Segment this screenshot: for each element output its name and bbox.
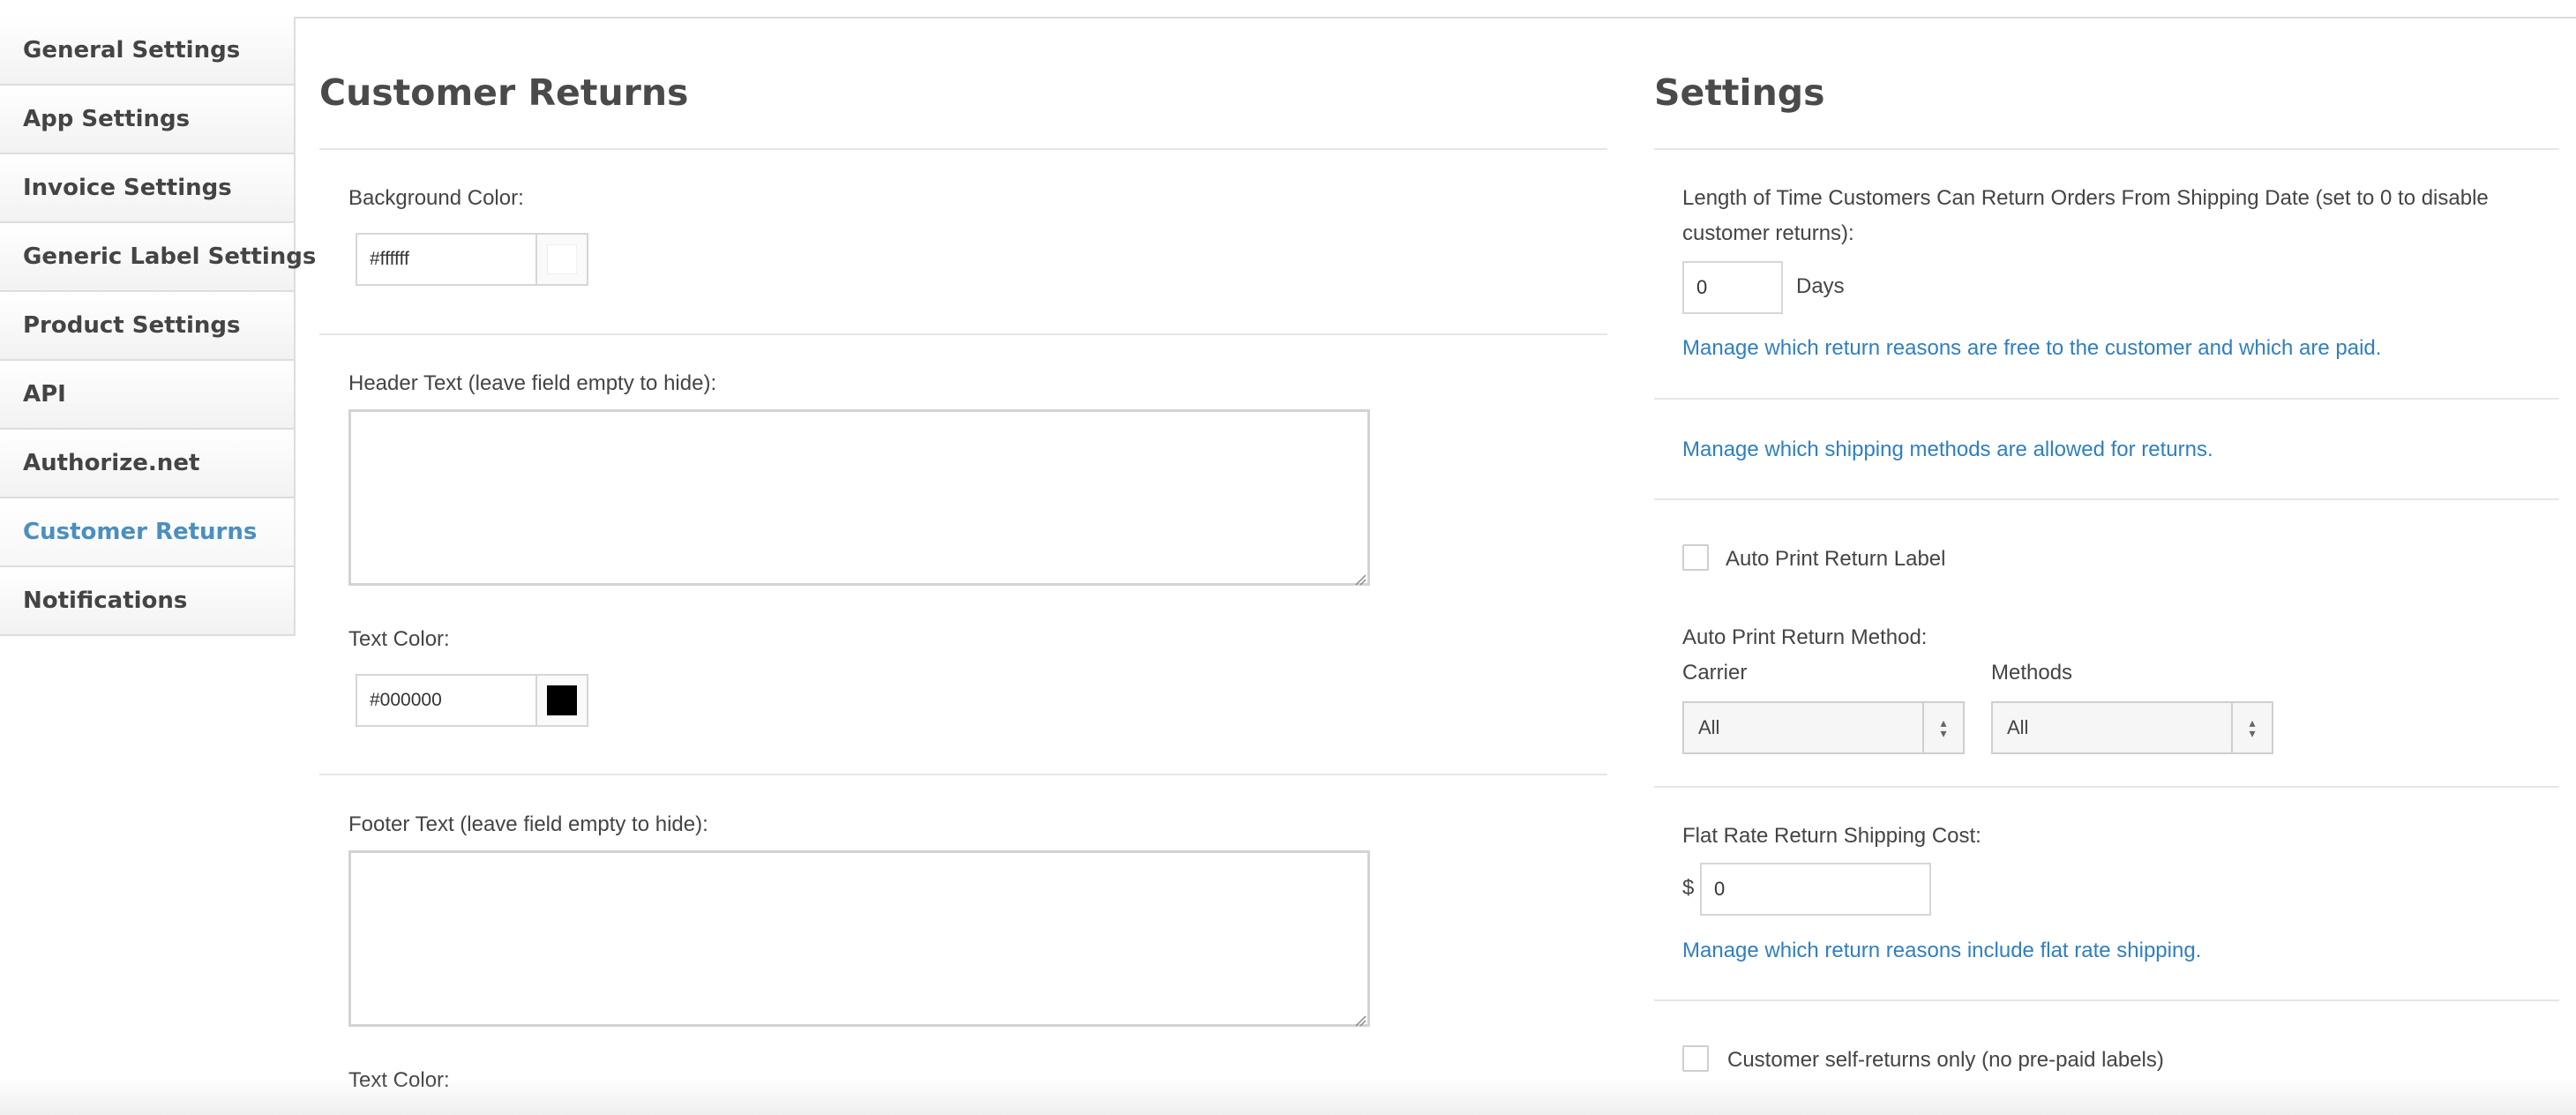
auto-print-return-label-checkbox[interactable] — [1682, 544, 1709, 571]
top-bar — [0, 0, 2576, 19]
flat-rate-label: Flat Rate Return Shipping Cost: — [1682, 824, 1981, 848]
divider — [1654, 786, 2559, 788]
footer-text-label: Footer Text (leave field empty to hide): — [348, 812, 708, 836]
manage-shipping-methods-link[interactable]: Manage which shipping methods are allowe… — [1682, 438, 2213, 462]
sidebar-item-invoice-settings[interactable]: Invoice Settings — [0, 154, 294, 223]
divider — [1654, 999, 2559, 1001]
divider — [319, 333, 1607, 335]
header-text-color-swatch-button[interactable] — [537, 676, 587, 725]
sidebar-item-api[interactable]: API — [0, 361, 294, 430]
divider — [1654, 148, 2559, 150]
methods-label: Methods — [1991, 661, 2073, 685]
sidebar-item-generic-label-settings[interactable]: Generic Label Settings — [0, 223, 316, 292]
sidebar-item-general-settings[interactable]: General Settings — [0, 17, 294, 86]
footer-text-color-label: Text Color: — [348, 1068, 450, 1092]
methods-select-value: All — [2007, 716, 2029, 738]
methods-select[interactable]: All ▴ ▾ — [1991, 701, 2273, 754]
header-text-color-label: Text Color: — [348, 627, 450, 651]
header-text-color-picker[interactable]: #000000 — [356, 674, 588, 727]
background-color-picker[interactable]: #ffffff — [356, 233, 588, 286]
select-arrows-icon: ▴ ▾ — [2231, 703, 2272, 752]
divider — [319, 148, 1607, 150]
resize-grip-icon[interactable] — [1354, 1014, 1367, 1027]
sidebar-item-customer-returns[interactable]: Customer Returns — [0, 498, 294, 567]
sidebar-item-app-settings[interactable]: App Settings — [0, 86, 294, 154]
return-time-label-continued: customer returns): — [1682, 221, 1854, 245]
auto-print-method-label: Auto Print Return Method: — [1682, 625, 1928, 649]
return-time-label: Length of Time Customers Can Return Orde… — [1682, 186, 2489, 210]
header-text-textarea[interactable] — [348, 409, 1370, 586]
settings-title: Settings — [1654, 71, 1825, 114]
carrier-label: Carrier — [1682, 661, 1748, 685]
manage-free-paid-reasons-link[interactable]: Manage which return reasons are free to … — [1682, 336, 2381, 361]
self-returns-only-label: Customer self-returns only (no pre-paid … — [1727, 1048, 2164, 1072]
divider — [1654, 498, 2559, 500]
page-title: Customer Returns — [319, 71, 689, 114]
sidebar-item-product-settings[interactable]: Product Settings — [0, 292, 294, 361]
carrier-select[interactable]: All ▴ ▾ — [1682, 701, 1965, 754]
resize-grip-icon[interactable] — [1354, 573, 1367, 586]
self-returns-only-checkbox[interactable] — [1682, 1045, 1709, 1072]
return-days-input[interactable] — [1682, 261, 1783, 314]
flat-rate-input[interactable] — [1700, 863, 1931, 916]
currency-symbol: $ — [1682, 876, 1695, 900]
days-unit-label: Days — [1796, 274, 1845, 298]
sidebar-item-notifications[interactable]: Notifications — [0, 567, 294, 636]
background-color-label: Background Color: — [348, 186, 524, 210]
background-color-value[interactable]: #ffffff — [357, 235, 537, 284]
divider — [319, 774, 1607, 775]
header-text-color-swatch — [547, 685, 577, 715]
sidebar-item-authorize-net[interactable]: Authorize.net — [0, 430, 294, 498]
background-color-swatch — [547, 244, 577, 274]
background-color-swatch-button[interactable] — [537, 235, 587, 284]
header-text-label: Header Text (leave field empty to hide): — [348, 371, 717, 395]
settings-sidebar: General Settings App Settings Invoice Se… — [0, 17, 316, 636]
footer-text-textarea[interactable] — [348, 850, 1370, 1027]
carrier-select-value: All — [1698, 716, 1720, 738]
select-arrows-icon: ▴ ▾ — [1922, 703, 1963, 752]
auto-print-return-label-text: Auto Print Return Label — [1726, 547, 1946, 571]
divider — [1654, 398, 2559, 400]
header-text-color-value[interactable]: #000000 — [357, 676, 537, 725]
manage-flat-rate-reasons-link[interactable]: Manage which return reasons include flat… — [1682, 939, 2201, 963]
